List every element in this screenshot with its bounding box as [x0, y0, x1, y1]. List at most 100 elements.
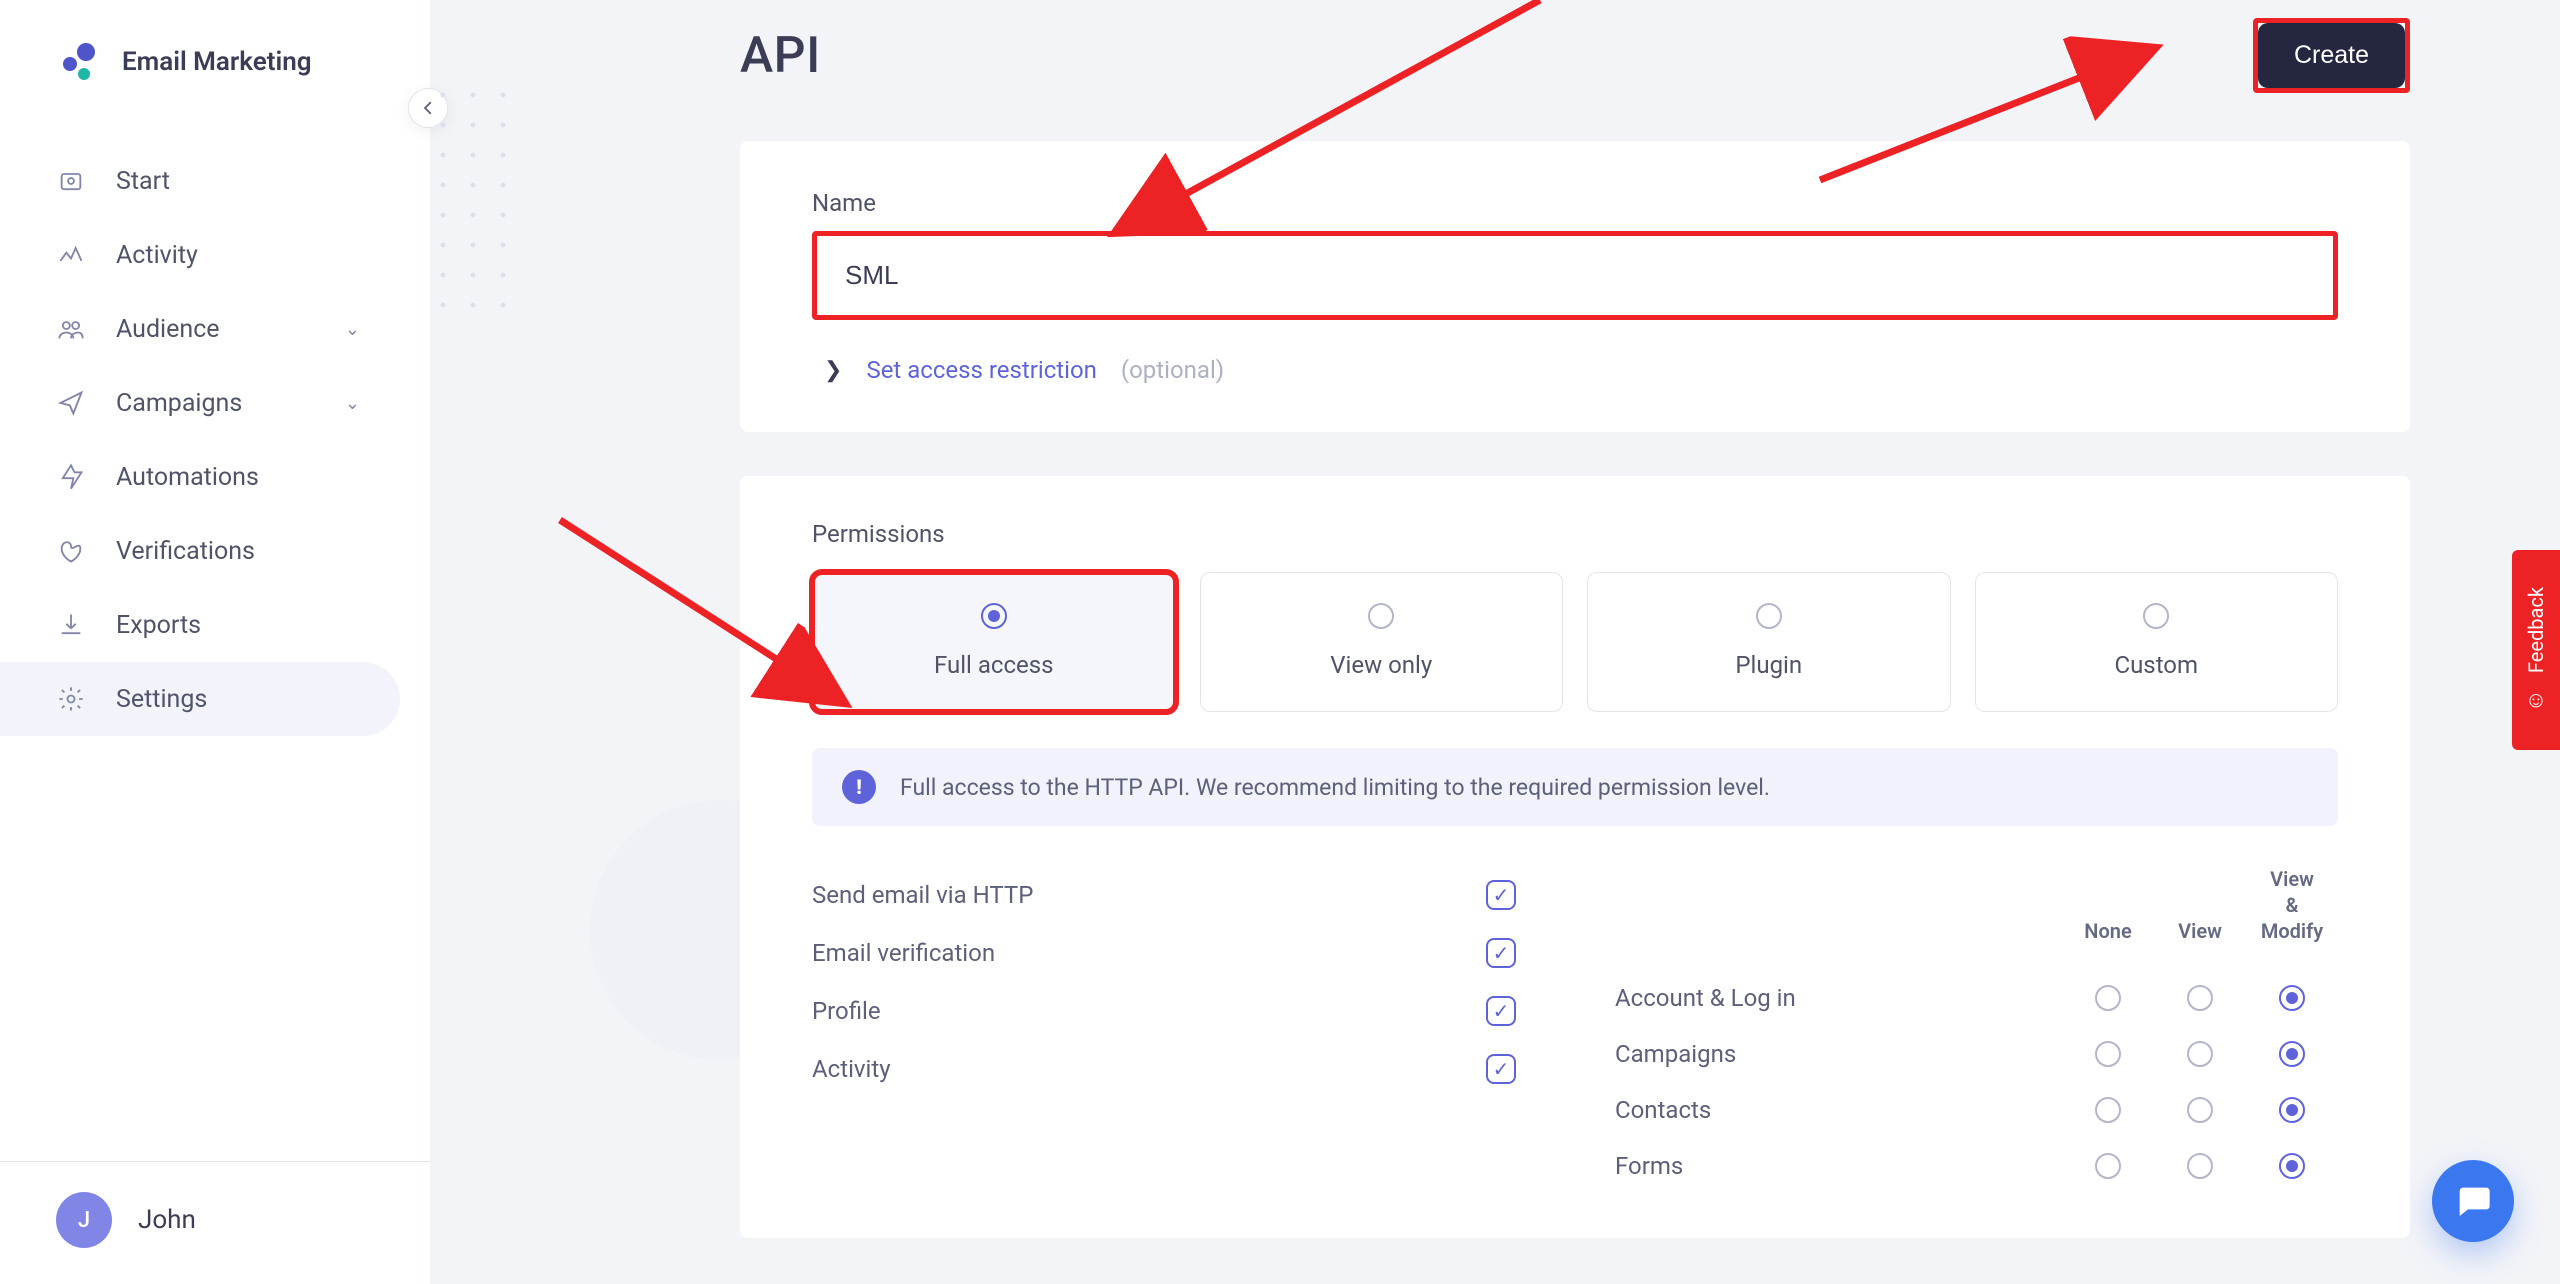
- permission-row: Send email via HTTP ✓: [812, 866, 1535, 924]
- permission-row-label: Campaigns: [1615, 1040, 2062, 1068]
- sidebar-item-verifications[interactable]: Verifications: [0, 514, 400, 588]
- permissions-table: Send email via HTTP ✓ Email verification…: [812, 866, 2338, 1194]
- campaigns-icon: [56, 388, 86, 418]
- annotation-highlight-name-input: [812, 231, 2338, 320]
- sidebar-item-start[interactable]: Start: [0, 144, 400, 218]
- sidebar-item-automations[interactable]: Automations: [0, 440, 400, 514]
- nav: Start Activity Audience ⌄ Campaigns ⌄ Au…: [0, 144, 430, 736]
- sidebar-item-activity[interactable]: Activity: [0, 218, 400, 292]
- sidebar-footer[interactable]: J John: [0, 1161, 430, 1284]
- permission-option-custom[interactable]: Custom: [1975, 572, 2339, 712]
- nav-label: Settings: [116, 685, 360, 714]
- radio-none[interactable]: [2095, 1153, 2121, 1179]
- page-head: API Create: [740, 18, 2410, 93]
- radio-view-modify[interactable]: [2279, 1041, 2305, 1067]
- permission-row: Activity ✓: [812, 1040, 1535, 1098]
- radio-view[interactable]: [2187, 1153, 2213, 1179]
- nav-label: Exports: [116, 611, 360, 640]
- permission-row-label: Contacts: [1615, 1096, 2062, 1124]
- permissions-info-banner: ! Full access to the HTTP API. We recomm…: [812, 748, 2338, 826]
- radio-view-modify[interactable]: [2279, 985, 2305, 1011]
- permission-row-label: Activity: [812, 1055, 1477, 1083]
- info-icon: !: [842, 770, 876, 804]
- permission-row-label: Email verification: [812, 939, 1477, 967]
- permissions-label: Permissions: [812, 520, 2338, 548]
- permissions-header-none: None: [2062, 918, 2154, 944]
- permission-options: Full access View only Plugin Custom: [812, 572, 2338, 712]
- permission-option-label: Custom: [2114, 651, 2198, 679]
- home-icon: [56, 166, 86, 196]
- content: API Create Name ❯ Set access restriction…: [430, 0, 2560, 1238]
- settings-icon: [56, 684, 86, 714]
- radio-view[interactable]: [2187, 985, 2213, 1011]
- permission-row: Account & Log in: [1615, 970, 2338, 1026]
- sidebar-item-settings[interactable]: Settings: [0, 662, 400, 736]
- audience-icon: [56, 314, 86, 344]
- brand-name: Email Marketing: [122, 47, 312, 77]
- radio-none[interactable]: [2095, 985, 2121, 1011]
- permissions-card: Permissions Full access View only Plugin…: [740, 476, 2410, 1238]
- sidebar-header: Email Marketing: [0, 0, 430, 144]
- radio-view-modify[interactable]: [2279, 1097, 2305, 1123]
- radio-icon: [1368, 603, 1394, 629]
- permissions-header-view-modify: View&Modify: [2246, 866, 2338, 944]
- create-button[interactable]: Create: [2258, 23, 2405, 88]
- permission-row-label: Forms: [1615, 1152, 2062, 1180]
- permission-row-label: Profile: [812, 997, 1477, 1025]
- chevron-down-icon: ⌄: [345, 393, 360, 414]
- sidebar-item-audience[interactable]: Audience ⌄: [0, 292, 400, 366]
- permissions-col-right: None View View&Modify Account & Log in C…: [1615, 866, 2338, 1194]
- permission-option-full-access[interactable]: Full access: [812, 572, 1176, 712]
- sidebar-item-campaigns[interactable]: Campaigns ⌄: [0, 366, 400, 440]
- verifications-icon: [56, 536, 86, 566]
- access-restriction-link[interactable]: Set access restriction: [866, 356, 1096, 384]
- permissions-col-left: Send email via HTTP ✓ Email verification…: [812, 866, 1535, 1194]
- checkbox-checked-icon[interactable]: ✓: [1486, 938, 1516, 968]
- main: API Create Name ❯ Set access restriction…: [430, 0, 2560, 1284]
- checkbox-checked-icon[interactable]: ✓: [1486, 880, 1516, 910]
- permission-row: Campaigns: [1615, 1026, 2338, 1082]
- checkbox-checked-icon[interactable]: ✓: [1486, 996, 1516, 1026]
- permission-row: Forms: [1615, 1138, 2338, 1194]
- permission-option-view-only[interactable]: View only: [1200, 572, 1564, 712]
- permissions-info-text: Full access to the HTTP API. We recommen…: [900, 774, 1770, 801]
- permission-row: Email verification ✓: [812, 924, 1535, 982]
- permission-option-label: View only: [1330, 651, 1432, 679]
- annotation-highlight-create: Create: [2253, 18, 2410, 93]
- exports-icon: [56, 610, 86, 640]
- name-field-label: Name: [812, 189, 2338, 217]
- name-card: Name ❯ Set access restriction (optional): [740, 141, 2410, 432]
- name-input[interactable]: [817, 236, 2333, 315]
- nav-label: Start: [116, 167, 360, 196]
- permission-option-plugin[interactable]: Plugin: [1587, 572, 1951, 712]
- permission-row: Profile ✓: [812, 982, 1535, 1040]
- permissions-header-row: None View View&Modify: [1615, 866, 2338, 944]
- nav-label: Audience: [116, 315, 315, 344]
- radio-icon: [2143, 603, 2169, 629]
- sidebar: Email Marketing Start Activity Audience …: [0, 0, 430, 1284]
- chevron-right-icon: ❯: [824, 358, 842, 383]
- radio-icon: [1756, 603, 1782, 629]
- nav-label: Automations: [116, 463, 360, 492]
- avatar: J: [56, 1192, 112, 1248]
- nav-label: Campaigns: [116, 389, 315, 418]
- radio-none[interactable]: [2095, 1041, 2121, 1067]
- page-title: API: [740, 27, 821, 85]
- checkbox-checked-icon[interactable]: ✓: [1486, 1054, 1516, 1084]
- radio-view[interactable]: [2187, 1097, 2213, 1123]
- radio-icon: [981, 603, 1007, 629]
- radio-view[interactable]: [2187, 1041, 2213, 1067]
- nav-label: Verifications: [116, 537, 360, 566]
- permission-row-label: Send email via HTTP: [812, 881, 1477, 909]
- permission-row: Contacts: [1615, 1082, 2338, 1138]
- radio-view-modify[interactable]: [2279, 1153, 2305, 1179]
- activity-icon: [56, 240, 86, 270]
- radio-none[interactable]: [2095, 1097, 2121, 1123]
- sidebar-item-exports[interactable]: Exports: [0, 588, 400, 662]
- access-restriction-row[interactable]: ❯ Set access restriction (optional): [812, 356, 2338, 384]
- chevron-down-icon: ⌄: [345, 319, 360, 340]
- access-restriction-optional: (optional): [1121, 356, 1224, 384]
- nav-label: Activity: [116, 241, 360, 270]
- user-name: John: [138, 1205, 196, 1235]
- brand-logo: [56, 40, 100, 84]
